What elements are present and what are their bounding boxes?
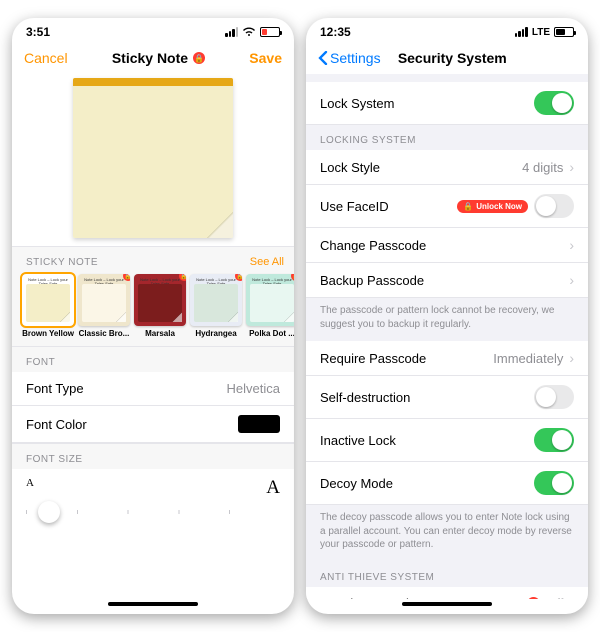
lock-style-row[interactable]: Lock Style 4 digits› — [306, 150, 588, 185]
chevron-right-icon: › — [569, 159, 574, 175]
nav-bar: Cancel Sticky Note 🔒 Save — [12, 44, 294, 74]
security-settings-screen: 12:35 LTE Settings Security System Lock … — [306, 18, 588, 614]
cancel-button[interactable]: Cancel — [24, 50, 68, 66]
font-color-label: Font Color — [26, 417, 87, 432]
intruder-detection-row[interactable]: Intruder Detection NOff› — [306, 587, 588, 600]
chevron-left-icon — [318, 51, 328, 65]
theme-option[interactable]: Note Lock – Lock your Tales Safe 🔒 Hydra… — [190, 274, 242, 338]
wifi-icon — [242, 27, 256, 37]
locking-system-header: LOCKING SYSTEM — [306, 125, 588, 150]
theme-label: Brown Yellow — [22, 329, 74, 338]
row-label: Inactive Lock — [320, 433, 396, 448]
sticky-note-editor-screen: 3:51 Cancel Sticky Note 🔒 Save — [12, 18, 294, 614]
sticky-top-strip — [73, 78, 233, 86]
status-time: 12:35 — [320, 25, 351, 39]
battery-icon — [554, 27, 574, 37]
unlock-now-badge[interactable]: 🔒Unlock Now — [457, 200, 528, 213]
theme-label: Hydrangea — [190, 329, 242, 338]
lock-icon: 🔒 — [179, 274, 186, 281]
nav-bar: Settings Security System — [306, 44, 588, 74]
lock-icon: 🔒 — [235, 274, 242, 281]
row-label: Self-destruction — [320, 390, 410, 405]
home-indicator[interactable] — [402, 602, 492, 606]
lock-system-toggle[interactable] — [534, 91, 574, 115]
back-button[interactable]: Settings — [318, 50, 381, 66]
battery-icon — [260, 27, 280, 37]
row-label: Lock Style — [320, 160, 380, 175]
row-label: Use FaceID — [320, 199, 389, 214]
decoy-mode-row[interactable]: Decoy Mode — [306, 462, 588, 505]
inactive-lock-toggle[interactable] — [534, 428, 574, 452]
theme-option[interactable]: Note Lock – Lock your Tales Safe 🔒 Polka… — [246, 274, 294, 338]
chevron-right-icon: › — [569, 596, 574, 600]
faceid-toggle[interactable] — [534, 194, 574, 218]
use-faceid-row[interactable]: Use FaceID 🔒Unlock Now — [306, 185, 588, 228]
page-curl-icon — [207, 212, 233, 238]
font-type-value: Helvetica — [227, 381, 280, 396]
theme-label: Classic Bro... — [78, 329, 130, 338]
self-destruction-toggle[interactable] — [534, 385, 574, 409]
theme-option[interactable]: Note Lock – Lock your Tales Safe 🔒 Marsa… — [134, 274, 186, 338]
font-color-row[interactable]: Font Color — [12, 406, 294, 443]
save-button[interactable]: Save — [249, 50, 282, 66]
row-label: Lock System — [320, 96, 394, 111]
see-all-button[interactable]: See All — [250, 256, 284, 268]
lock-icon: 🔒 — [123, 274, 130, 281]
decoy-footer: The decoy passcode allows you to enter N… — [306, 505, 588, 562]
change-passcode-row[interactable]: Change Passcode › — [306, 228, 588, 263]
slider-min-label: A — [26, 477, 34, 499]
require-passcode-row[interactable]: Require Passcode Immediately› — [306, 341, 588, 376]
font-type-row[interactable]: Font Type Helvetica — [12, 372, 294, 406]
decoy-mode-toggle[interactable] — [534, 471, 574, 495]
theme-picker: Note Lock – Lock your Tales Safe Brown Y… — [12, 272, 294, 346]
status-bar: 12:35 LTE — [306, 18, 588, 44]
font-size-slider[interactable] — [26, 510, 280, 514]
font-size-header: FONT SIZE — [12, 443, 294, 469]
chevron-right-icon: › — [569, 272, 574, 288]
theme-label: Marsala — [134, 329, 186, 338]
slider-max-label: A — [266, 477, 280, 499]
home-indicator[interactable] — [108, 602, 198, 606]
backup-passcode-row[interactable]: Backup Passcode › — [306, 263, 588, 298]
page-title: Security System — [398, 50, 507, 66]
inactive-lock-row[interactable]: Inactive Lock — [306, 419, 588, 462]
page-title: Sticky Note 🔒 — [112, 50, 205, 66]
sticky-note-preview[interactable] — [12, 74, 294, 246]
row-label: Change Passcode — [320, 238, 426, 253]
chevron-right-icon: › — [569, 237, 574, 253]
lock-system-row[interactable]: Lock System — [306, 82, 588, 125]
status-time: 3:51 — [26, 25, 50, 39]
font-type-label: Font Type — [26, 381, 84, 396]
row-label: Intruder Detection — [320, 596, 423, 599]
row-label: Require Passcode — [320, 351, 426, 366]
theme-option[interactable]: Note Lock – Lock your Tales Safe 🔒 Class… — [78, 274, 130, 338]
lock-icon: 🔒 — [193, 52, 205, 64]
row-label: Decoy Mode — [320, 476, 393, 491]
theme-option[interactable]: Note Lock – Lock your Tales Safe Brown Y… — [22, 274, 74, 338]
theme-label: Polka Dot ... — [246, 329, 294, 338]
font-header: FONT — [12, 346, 294, 372]
lock-icon: 🔒 — [463, 202, 473, 211]
font-color-chip — [238, 415, 280, 433]
signal-icon — [515, 27, 528, 37]
self-destruction-row[interactable]: Self-destruction — [306, 376, 588, 419]
chevron-right-icon: › — [569, 350, 574, 366]
status-bar: 3:51 — [12, 18, 294, 44]
signal-icon — [225, 27, 238, 37]
row-label: Backup Passcode — [320, 273, 424, 288]
backup-footer: The passcode or pattern lock cannot be r… — [306, 298, 588, 341]
anti-thieve-header: ANTI THIEVE SYSTEM — [306, 562, 588, 587]
network-label: LTE — [532, 27, 550, 38]
font-size-slider-row: A A — [12, 469, 294, 533]
new-badge-icon: N — [527, 597, 540, 599]
